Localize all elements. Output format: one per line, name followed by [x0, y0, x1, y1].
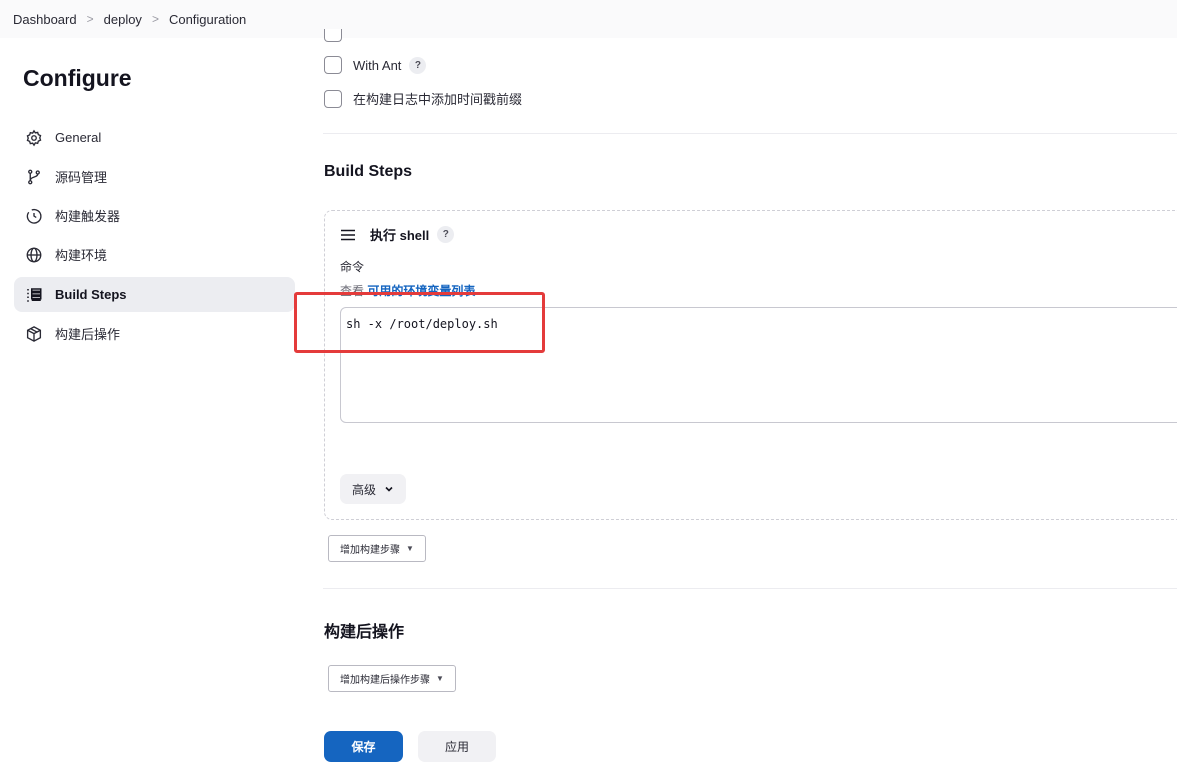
sidebar-item-triggers[interactable]: 构建触发器: [14, 198, 295, 233]
option-with-ant: With Ant ?: [324, 56, 427, 74]
env-vars-link[interactable]: 可用的环境变量列表: [367, 284, 475, 298]
breadcrumb-separator: >: [86, 12, 94, 26]
gear-icon: [26, 129, 42, 146]
sidebar-item-label: 源码管理: [55, 170, 108, 185]
breadcrumb: Dashboard > deploy > Configuration: [0, 0, 1177, 38]
sidebar-item-label: Build Steps: [55, 287, 127, 302]
breadcrumb-separator: >: [151, 12, 159, 26]
post-build-title: 构建后操作: [324, 624, 405, 641]
with-ant-label: With Ant: [353, 57, 402, 73]
breadcrumb-deploy[interactable]: deploy: [104, 12, 142, 27]
help-icon[interactable]: ?: [409, 56, 427, 74]
add-post-build-button[interactable]: 增加构建后操作步骤 ▼: [328, 665, 456, 692]
add-post-build-label: 增加构建后操作步骤: [340, 675, 430, 686]
option-timestamp: 在构建日志中添加时间戳前缀: [324, 89, 522, 108]
env-vars-hint: 查看 可用的环境变量列表: [340, 282, 475, 299]
timestamp-label: 在构建日志中添加时间戳前缀: [353, 92, 523, 107]
main-content: With Ant ? 在构建日志中添加时间戳前缀 Build Steps 执行 …: [294, 29, 1177, 781]
help-icon[interactable]: ?: [437, 226, 455, 243]
command-textarea[interactable]: sh -x /root/deploy.sh: [340, 307, 1177, 423]
sidebar-item-post-build[interactable]: 构建后操作: [14, 316, 295, 351]
sidebar-item-scm[interactable]: 源码管理: [14, 159, 295, 194]
sidebar-item-label: General: [55, 130, 102, 145]
branch-icon: [28, 169, 40, 184]
add-build-step-button[interactable]: 增加构建步骤 ▼: [328, 535, 426, 562]
sidebar-item-general[interactable]: General: [14, 120, 295, 155]
section-divider: [323, 588, 1177, 589]
caret-down-icon: ▼: [406, 544, 414, 553]
sidebar-item-label: 构建环境: [55, 248, 108, 263]
env-vars-prefix: 查看: [340, 284, 365, 298]
checkbox-partial[interactable]: [324, 29, 342, 42]
advanced-button[interactable]: 高级: [340, 474, 407, 504]
chevron-down-icon: [385, 486, 393, 492]
save-button[interactable]: 保存: [324, 731, 403, 762]
cube-icon: [26, 325, 42, 342]
build-step-header: 执行 shell ?: [340, 225, 455, 244]
add-build-step-label: 增加构建步骤: [340, 545, 400, 556]
breadcrumb-configuration[interactable]: Configuration: [169, 12, 246, 27]
sidebar-title: Configure: [23, 65, 132, 91]
build-step-title: 执行 shell: [370, 228, 430, 243]
command-label: 命令: [340, 260, 365, 274]
sidebar-item-label: 构建后操作: [55, 327, 121, 342]
sidebar-item-label: 构建触发器: [55, 209, 121, 224]
build-steps-title: Build Steps: [324, 163, 413, 180]
with-ant-checkbox[interactable]: [324, 56, 342, 74]
list-icon: [27, 287, 42, 302]
drag-handle-icon[interactable]: [340, 229, 356, 241]
breadcrumb-dashboard[interactable]: Dashboard: [13, 12, 77, 27]
section-divider: [323, 133, 1177, 134]
apply-button[interactable]: 应用: [418, 731, 496, 762]
sidebar-item-environment[interactable]: 构建环境: [14, 237, 295, 272]
clock-icon: [26, 208, 42, 224]
sidebar-item-build-steps[interactable]: Build Steps: [14, 277, 295, 312]
timestamp-checkbox[interactable]: [324, 89, 342, 108]
globe-icon: [26, 247, 42, 262]
caret-down-icon: ▼: [436, 674, 444, 683]
advanced-label: 高级: [352, 482, 377, 497]
sidebar: Configure General 源码管理 构建触发器 构建环境 Build …: [0, 38, 300, 781]
build-step-card: 执行 shell ? 命令 查看 可用的环境变量列表 sh -x /root/d…: [294, 210, 1177, 520]
